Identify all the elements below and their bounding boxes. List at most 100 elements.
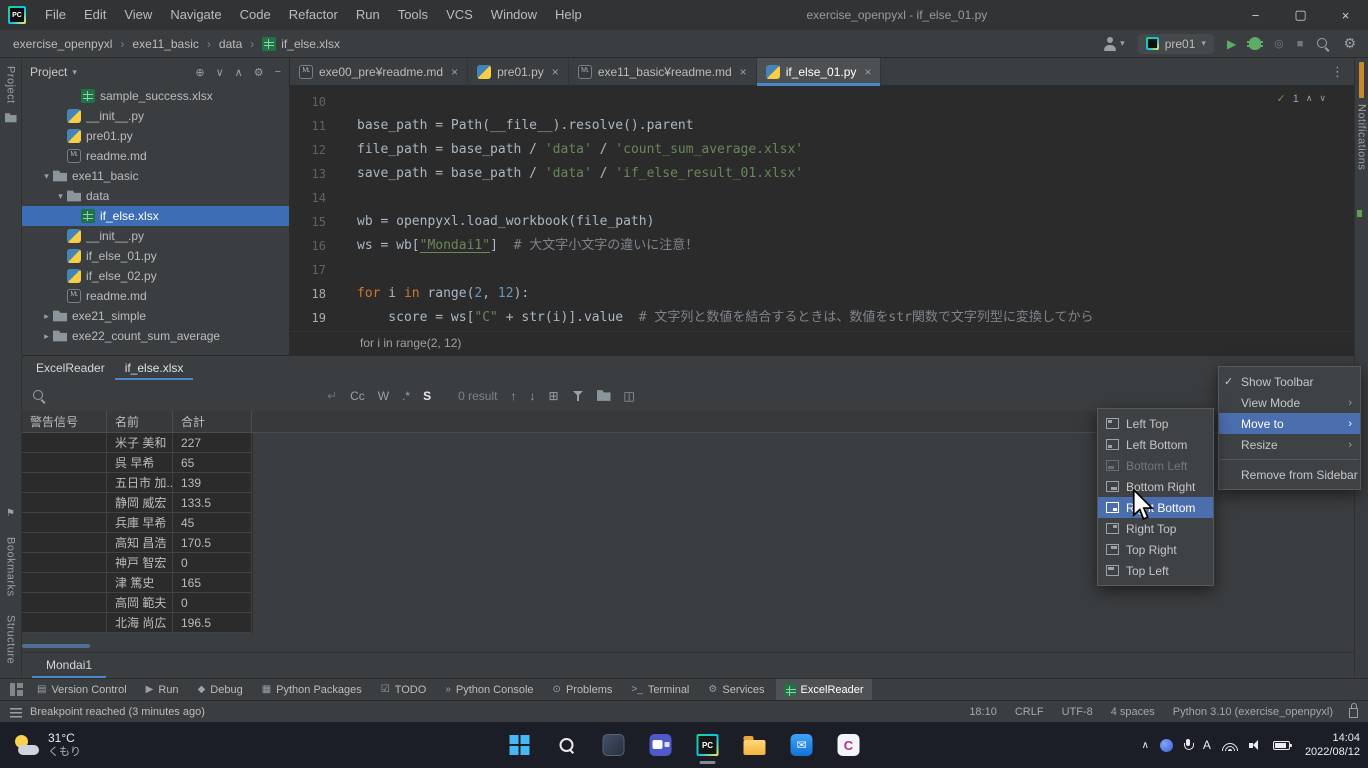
tree-item-readme-md[interactable]: readme.md <box>22 146 289 166</box>
tree-toggle-icon[interactable]: ▾ <box>54 191 67 202</box>
tree-item-if-else-02-py[interactable]: if_else_02.py <box>22 266 289 286</box>
taskbar-icon-mail[interactable] <box>782 725 822 765</box>
tree-item-init-py[interactable]: __init__.py <box>22 106 289 126</box>
table-row[interactable]: 高岡 範夫0 <box>22 593 253 613</box>
line-number[interactable]: 10 <box>290 90 326 114</box>
table-row[interactable]: 津 篤史165 <box>22 573 253 593</box>
line-number[interactable]: 17 <box>290 258 326 282</box>
taskbar-icon-start[interactable] <box>500 725 540 765</box>
status-line-separator[interactable]: CRLF <box>1015 706 1044 718</box>
tree-item-exe11-basic[interactable]: ▾exe11_basic <box>22 166 289 186</box>
close-tab-icon[interactable]: × <box>864 65 871 79</box>
editor-breadcrumb[interactable]: for i in range(2, 12) <box>290 331 1354 355</box>
breadcrumb-item-exercise-openpyxl[interactable]: exercise_openpyxl <box>8 35 117 53</box>
taskbar-icon-widgets[interactable] <box>594 725 634 765</box>
search-option-match-case[interactable]: Cc <box>350 389 365 403</box>
tree-item-exe22-count-sum-average[interactable]: ▸exe22_count_sum_average <box>22 326 289 346</box>
breadcrumb-item-data[interactable]: data <box>214 35 247 53</box>
menu-view[interactable]: View <box>115 0 161 30</box>
table-row[interactable]: 北海 尚広196.5 <box>22 613 253 633</box>
editor-tab-if-else-01-py[interactable]: if_else_01.py× <box>757 58 882 86</box>
hide-panel-icon[interactable]: − <box>275 66 281 79</box>
toolbar-button-excelreader[interactable]: ExcelReader <box>776 679 872 701</box>
table-row[interactable]: 呉 早希65 <box>22 453 253 473</box>
menu-file[interactable]: File <box>36 0 75 30</box>
expand-all-icon[interactable]: ∨ <box>216 66 224 79</box>
coverage-button[interactable]: ◎ <box>1274 37 1284 50</box>
toolbar-button-services[interactable]: ⚙Services <box>700 679 772 701</box>
line-number[interactable]: 16 <box>290 234 326 258</box>
toolbar-button-debug[interactable]: ◆Debug <box>190 679 251 701</box>
toolbar-button-terminal[interactable]: >_Terminal <box>623 679 697 701</box>
taskbar-icon-clipchamp[interactable] <box>829 725 869 765</box>
search-option-regex[interactable]: .* <box>402 389 410 403</box>
select-all-occurrences-icon[interactable]: ⊞ <box>548 389 558 403</box>
status-message[interactable]: Breakpoint reached (3 minutes ago) <box>30 706 205 718</box>
table-row[interactable]: 米子 美和227 <box>22 433 253 453</box>
status-indent[interactable]: 4 spaces <box>1111 706 1155 718</box>
tray-app-icon[interactable] <box>1160 739 1173 752</box>
close-tab-icon[interactable]: × <box>451 65 458 79</box>
toolbar-button-todo[interactable]: ☑TODO <box>373 679 435 701</box>
notifications-stripe-button[interactable]: Notifications <box>1356 104 1368 170</box>
split-panel-icon[interactable]: ◫ <box>624 389 635 403</box>
taskbar-icon-pycharm[interactable] <box>688 725 728 765</box>
collapse-all-icon[interactable]: ∧ <box>235 66 243 79</box>
menu-run[interactable]: Run <box>347 0 389 30</box>
close-tab-icon[interactable]: × <box>740 65 747 79</box>
search-everywhere-icon[interactable] <box>1316 37 1330 51</box>
line-number[interactable]: 11 <box>290 114 326 138</box>
context-menu-item-move-to[interactable]: Move to› <box>1219 413 1360 434</box>
filter-icon[interactable] <box>572 390 584 402</box>
tree-item-pre01-py[interactable]: pre01.py <box>22 126 289 146</box>
toolwindow-tab-excelreader[interactable]: ExcelReader <box>26 356 115 380</box>
line-number[interactable]: 18 <box>290 282 326 306</box>
menu-vcs[interactable]: VCS <box>437 0 482 30</box>
column-header-0[interactable]: 警告信号 <box>22 411 107 432</box>
table-row[interactable]: 兵庫 早希45 <box>22 513 253 533</box>
open-folder-icon[interactable] <box>597 389 611 403</box>
tree-item-data[interactable]: ▾data <box>22 186 289 206</box>
editor-tab-pre01-py[interactable]: pre01.py× <box>468 58 569 86</box>
microphone-icon[interactable] <box>1184 739 1192 752</box>
breadcrumb-item-if-else-xlsx[interactable]: if_else.xlsx <box>257 35 345 53</box>
stop-button[interactable]: ■ <box>1297 38 1304 50</box>
search-option-highlight[interactable]: S <box>423 389 431 403</box>
hidden-icons-chevron[interactable]: ∧ <box>1142 740 1149 751</box>
table-row[interactable]: 神戸 智宏0 <box>22 553 253 573</box>
toolbar-button-run[interactable]: ▶Run <box>138 679 187 701</box>
volume-icon[interactable] <box>1249 739 1262 751</box>
status-caret-position[interactable]: 18:10 <box>969 706 997 718</box>
breadcrumb-item-exe11-basic[interactable]: exe11_basic <box>127 35 204 53</box>
tree-item-init-py[interactable]: __init__.py <box>22 226 289 246</box>
run-button[interactable]: ▶ <box>1227 37 1236 51</box>
next-occurrence-icon[interactable]: ↓ <box>529 389 535 403</box>
context-menu-item-show-toolbar[interactable]: ✓Show Toolbar <box>1219 371 1360 392</box>
tree-item-if-else-01-py[interactable]: if_else_01.py <box>22 246 289 266</box>
menu-help[interactable]: Help <box>546 0 591 30</box>
editor-tab-exe11-basic-readme-md[interactable]: exe11_basic¥readme.md× <box>569 58 757 86</box>
ime-indicator[interactable]: A <box>1203 738 1211 752</box>
search-option-newline[interactable]: ↵ <box>327 389 337 403</box>
submenu-item-left-top[interactable]: Left Top <box>1098 413 1213 434</box>
status-encoding[interactable]: UTF-8 <box>1062 706 1093 718</box>
line-number[interactable]: 15 <box>290 210 326 234</box>
toolbar-button-python-console[interactable]: »Python Console <box>437 679 541 701</box>
context-menu-item-view-mode[interactable]: View Mode› <box>1219 392 1360 413</box>
toolbar-button-version-control[interactable]: ▤Version Control <box>29 679 135 701</box>
close-tab-icon[interactable]: × <box>552 65 559 79</box>
line-number[interactable]: 14 <box>290 186 326 210</box>
panel-settings-icon[interactable]: ⚙ <box>254 66 264 79</box>
tree-item-sample-success-xlsx[interactable]: sample_success.xlsx <box>22 86 289 106</box>
settings-icon[interactable]: ⚙ <box>1343 35 1356 52</box>
next-problem-icon[interactable]: ∨ <box>1319 93 1326 104</box>
submenu-item-top-left[interactable]: Top Left <box>1098 560 1213 581</box>
context-menu-item-remove-from-sidebar[interactable]: Remove from Sidebar <box>1219 464 1360 485</box>
submenu-item-left-bottom[interactable]: Left Bottom <box>1098 434 1213 455</box>
taskbar-icon-search[interactable] <box>547 725 587 765</box>
table-row[interactable]: 高知 昌浩170.5 <box>22 533 253 553</box>
tree-item-if-else-xlsx[interactable]: if_else.xlsx <box>22 206 289 226</box>
search-input[interactable] <box>59 385 314 407</box>
tree-toggle-icon[interactable]: ▸ <box>40 331 53 342</box>
toolwindow-tab-if-else-xlsx[interactable]: if_else.xlsx <box>115 356 194 380</box>
